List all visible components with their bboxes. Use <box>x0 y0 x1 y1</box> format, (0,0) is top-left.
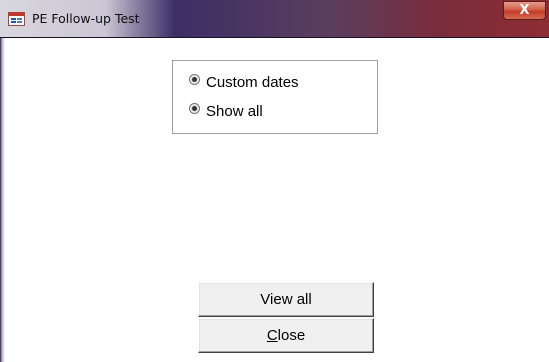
option-show-all[interactable]: Show all <box>189 102 263 120</box>
title-bar[interactable]: PE Follow-up Test X <box>0 0 549 38</box>
radio-button-icon[interactable] <box>189 73 200 85</box>
option-label: Custom dates <box>206 73 299 91</box>
window-title: PE Follow-up Test <box>32 11 140 26</box>
date-options-group: Custom dates Show all <box>172 60 378 134</box>
close-icon: X <box>519 3 530 18</box>
access-form-icon[interactable] <box>8 12 25 26</box>
option-label: Show all <box>206 102 263 120</box>
close-label-rest: lose <box>277 327 306 344</box>
window-frame-left <box>0 38 5 362</box>
view-all-button[interactable]: View all <box>198 282 374 317</box>
radio-button-icon[interactable] <box>189 102 200 114</box>
close-button[interactable]: Close <box>198 318 374 353</box>
close-window-button[interactable]: X <box>503 1 546 20</box>
option-custom-dates[interactable]: Custom dates <box>189 73 299 91</box>
close-accelerator: C <box>266 327 278 344</box>
app-window: PE Follow-up Test X Custom dates Show al… <box>0 0 549 362</box>
